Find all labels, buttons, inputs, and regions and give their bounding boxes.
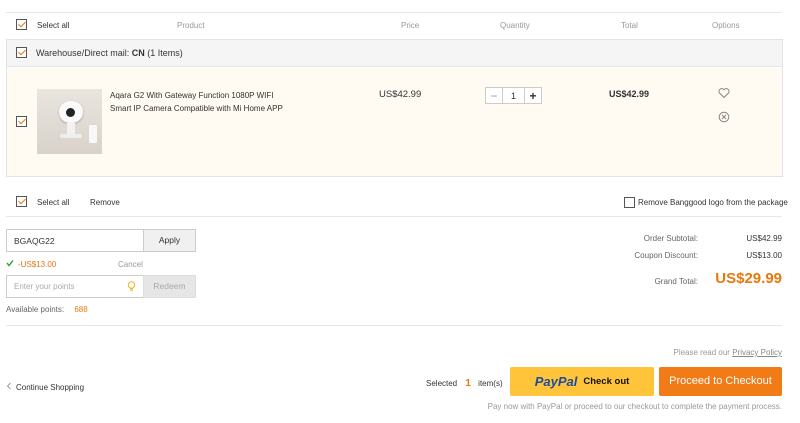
chevron-left-icon	[6, 382, 12, 390]
available-points-label: Available points:	[6, 305, 65, 314]
warehouse-label-text: Warehouse/Direct mail:	[36, 48, 130, 58]
privacy-prefix: Please read our	[673, 348, 730, 357]
remove-selected-link[interactable]: Remove	[90, 198, 120, 207]
select-all-label-bottom: Select all	[37, 198, 70, 207]
footer-divider	[6, 216, 782, 217]
selected-items-count: Selected 1 item(s)	[426, 378, 503, 389]
select-all-label-top: Select all	[37, 21, 70, 30]
checkmark-icon	[6, 259, 14, 267]
paypal-checkout-button[interactable]: PayPal Check out	[510, 367, 654, 396]
privacy-policy-link[interactable]: Privacy Policy	[732, 348, 782, 357]
quantity-decrease-button[interactable]: −	[485, 87, 503, 104]
quantity-input[interactable]: 1	[502, 87, 525, 104]
coupon-discount-value: US$13.00	[746, 251, 782, 260]
column-header-product: Product	[177, 21, 205, 30]
wishlist-heart-icon[interactable]	[718, 87, 730, 99]
item-price: US$42.99	[379, 89, 422, 100]
column-header-quantity: Quantity	[500, 21, 530, 30]
camera-lens	[66, 108, 75, 117]
column-header-price: Price	[401, 21, 420, 30]
lightbulb-icon	[127, 281, 136, 292]
column-header-total: Total	[621, 21, 638, 30]
coupon-discount-label: Coupon Discount:	[634, 251, 698, 260]
remove-logo-label: Remove Banggood logo from the package	[638, 198, 788, 207]
cancel-coupon-link[interactable]: Cancel	[118, 260, 143, 269]
camera-base	[60, 134, 82, 138]
quantity-increase-button[interactable]: +	[524, 87, 542, 104]
available-points-value: 688	[74, 305, 88, 314]
select-all-checkbox-bottom[interactable]	[16, 196, 27, 207]
selected-suffix: item(s)	[478, 379, 503, 388]
warehouse-checkbox[interactable]	[16, 47, 27, 58]
warehouse-code: CN	[131, 48, 145, 58]
continue-shopping-link[interactable]: Continue Shopping	[16, 383, 84, 392]
product-name[interactable]: Aqara G2 With Gateway Function 1080P WIF…	[110, 89, 295, 115]
warehouse-count: (1 Items)	[147, 48, 183, 58]
grand-total-value: US$29.99	[715, 270, 782, 287]
product-image[interactable]	[37, 89, 102, 154]
proceed-to-checkout-button[interactable]: Proceed to Checkout	[659, 367, 782, 396]
summary-divider	[6, 325, 782, 326]
header-divider	[6, 12, 782, 13]
paypal-checkout-label: Check out	[583, 376, 630, 387]
item-row	[7, 68, 782, 176]
paypal-logo: PayPal	[534, 374, 578, 389]
product-side-device	[89, 125, 97, 143]
coupon-discount: -US$13.00	[18, 260, 57, 269]
checkout-note: Pay now with PayPal or proceed to our ch…	[487, 402, 782, 411]
available-points: Available points: 688	[6, 305, 88, 314]
remove-item-icon[interactable]	[718, 111, 730, 123]
item-total: US$42.99	[609, 89, 650, 99]
redeem-button[interactable]: Redeem	[143, 275, 196, 298]
remove-logo-checkbox[interactable]	[624, 197, 635, 208]
column-header-options: Options	[712, 21, 740, 30]
apply-coupon-button[interactable]: Apply	[143, 229, 196, 252]
coupon-input[interactable]: BGAQG22	[6, 229, 144, 252]
selected-count: 1	[465, 378, 471, 389]
order-subtotal-label: Order Subtotal:	[643, 234, 698, 243]
grand-total-label: Grand Total:	[654, 277, 698, 286]
privacy-notice: Please read our Privacy Policy	[673, 348, 782, 357]
selected-prefix: Selected	[426, 379, 458, 388]
select-all-checkbox-top[interactable]	[16, 19, 27, 30]
points-input[interactable]: Enter your points	[6, 275, 144, 298]
warehouse-label: Warehouse/Direct mail: CN (1 Items)	[36, 48, 183, 58]
order-subtotal-value: US$42.99	[746, 234, 782, 243]
item-checkbox[interactable]	[16, 116, 27, 127]
